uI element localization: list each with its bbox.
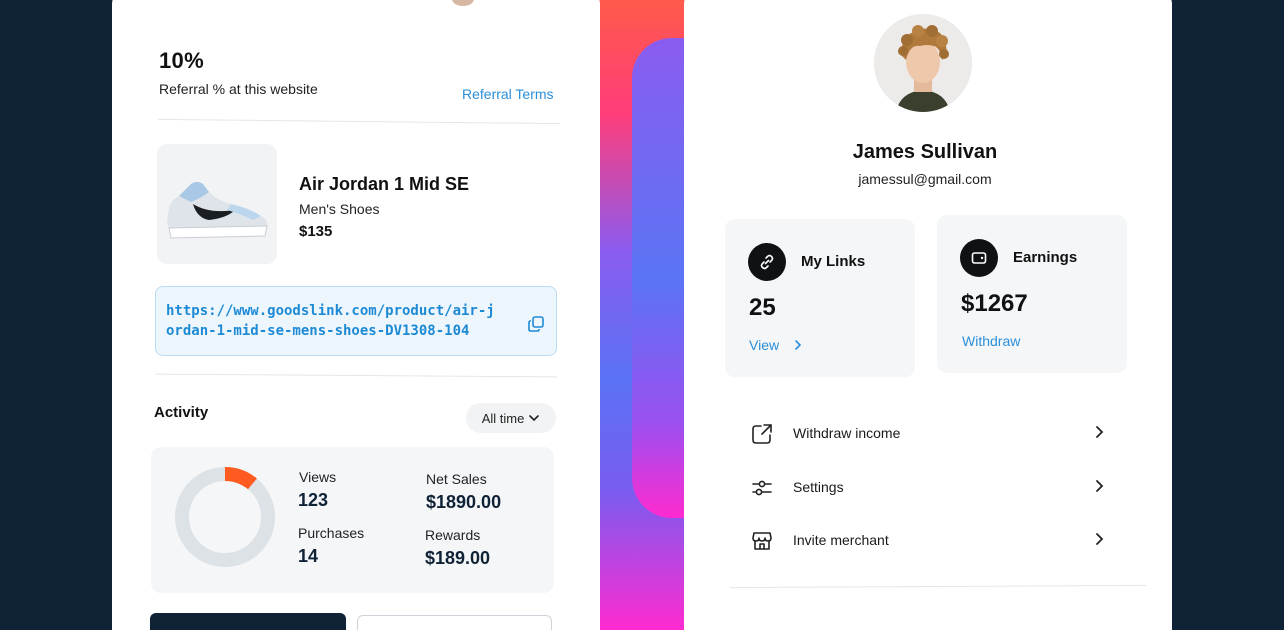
time-filter-dropdown[interactable]: All time [466,403,556,433]
my-links-count: 25 [749,294,776,321]
referral-subtitle: Referral % at this website [159,81,318,97]
stat-label-views: Views [299,469,337,485]
store-icon [752,532,772,550]
donut-track [175,467,275,567]
copy-icon[interactable] [527,315,545,333]
sneaker-icon [167,182,268,239]
menu-label: Invite merchant [793,532,889,548]
wallet-icon [971,252,987,264]
avatar[interactable] [874,14,972,112]
product-image [157,144,277,264]
menu-label: Settings [793,479,844,495]
earnings-title: Earnings [1013,249,1078,266]
menu-label: Withdraw income [793,425,901,441]
product-category: Men's Shoes [299,201,380,217]
chevron-right-icon [1096,426,1104,438]
chevron-right-icon [795,340,802,350]
stat-value-net-sales: $1890.00 [426,492,502,512]
view-links-link[interactable]: View [749,337,803,353]
stat-value-purchases: 14 [298,546,319,566]
profile-name: James Sullivan [852,141,998,163]
stat-label-rewards: Rewards [425,527,481,543]
primary-button[interactable] [150,613,346,630]
profile-email: jamessul@gmail.com [858,171,992,187]
product-name: Air Jordan 1 Mid SE [299,174,470,194]
sliders-icon [752,480,772,496]
earnings-amount: $1267 [961,290,1028,317]
my-links-title: My Links [801,253,866,270]
time-filter-label: All time [481,410,525,426]
chevron-down-icon [529,415,540,422]
chevron-right-icon [1096,533,1104,545]
avatar-photo [874,14,972,112]
view-links-label: View [749,337,780,353]
app-frame: 10% Referral % at this website Referral … [0,0,1284,630]
product-price: $135 [299,223,333,240]
referral-terms-link[interactable]: Referral Terms [462,86,554,102]
wallet-icon-badge [960,239,998,277]
stat-value-views: 123 [298,490,329,510]
external-link-icon [752,424,772,444]
menu-item-settings[interactable]: Settings [750,472,1110,502]
withdraw-link[interactable]: Withdraw [962,333,1020,349]
link-icon-badge [748,243,786,281]
stat-label-purchases: Purchases [298,525,365,541]
link-icon [760,254,774,270]
menu-item-invite-merchant[interactable]: Invite merchant [750,525,1110,555]
secondary-button[interactable] [357,615,552,630]
stat-value-rewards: $189.00 [425,548,491,568]
activity-title: Activity [154,404,209,421]
product-link-text[interactable]: https://www.goodslink.com/product/air-jo… [166,301,496,341]
progress-donut [175,467,275,567]
menu-item-withdraw-income[interactable]: Withdraw income [750,418,1110,448]
referral-percent: 10% [159,48,204,73]
stat-label-net-sales: Net Sales [426,471,487,487]
chevron-right-icon [1096,480,1104,492]
